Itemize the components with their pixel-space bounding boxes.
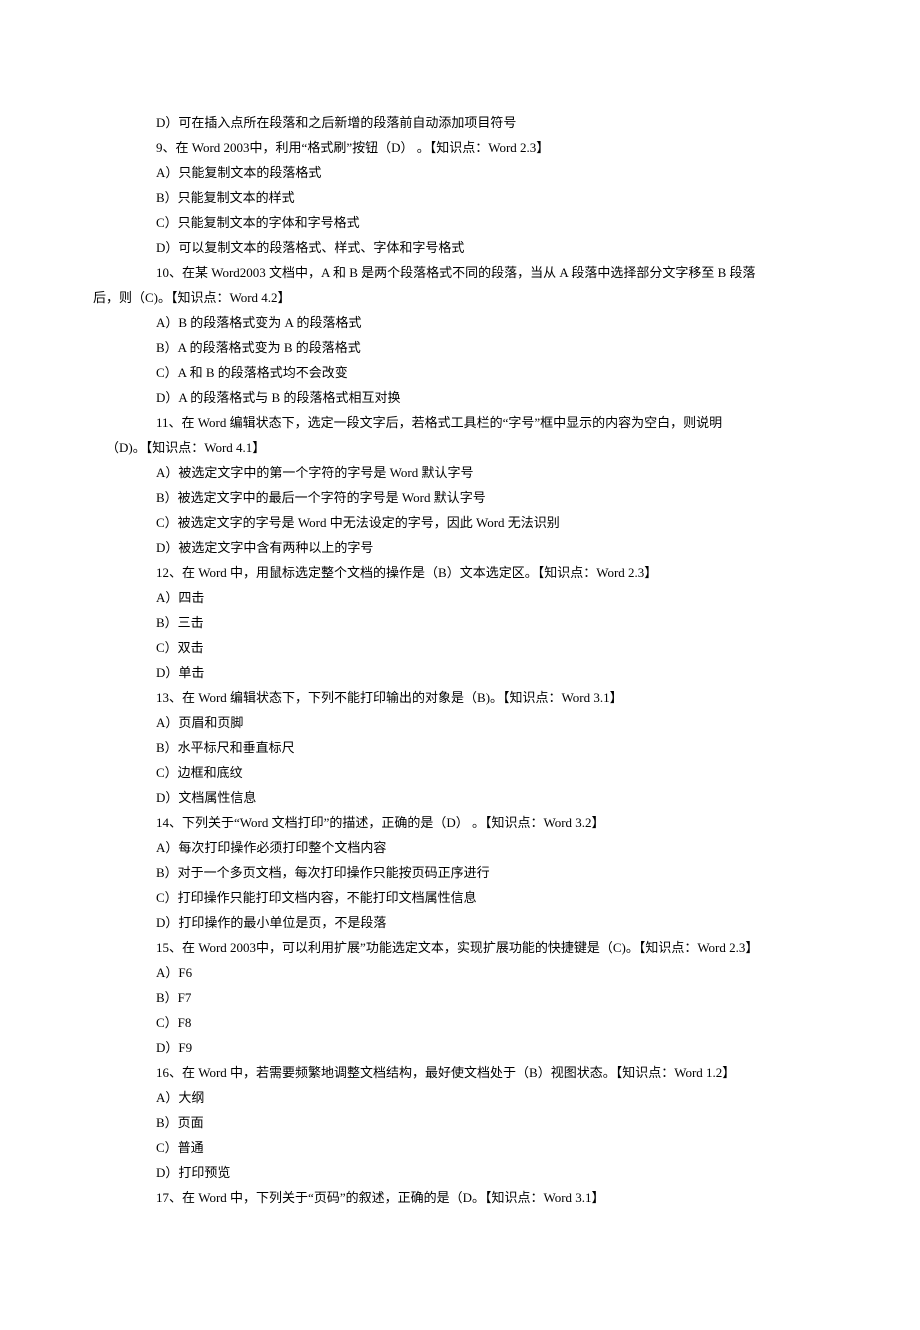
text-line: 11、在 Word 编辑状态下，选定一段文字后，若格式工具栏的“字号”框中显示的… (93, 410, 827, 435)
text-line: D）文档属性信息 (93, 785, 827, 810)
text-line: A）每次打印操作必须打印整个文档内容 (93, 835, 827, 860)
text-line: （D)。【知识点：Word 4.1】 (93, 435, 827, 460)
text-line: A）F6 (93, 960, 827, 985)
text-line: C）只能复制文本的字体和字号格式 (93, 210, 827, 235)
content-area: D）可在插入点所在段落和之后新增的段落前自动添加项目符号9、在 Word 200… (93, 110, 827, 1210)
text-line: A）页眉和页脚 (93, 710, 827, 735)
text-line: B）三击 (93, 610, 827, 635)
text-line: 12、在 Word 中，用鼠标选定整个文档的操作是（B）文本选定区。【知识点：W… (93, 560, 827, 585)
text-line: 后，则（C)。【知识点：Word 4.2】 (93, 285, 827, 310)
text-line: B）F7 (93, 985, 827, 1010)
text-line: B）只能复制文本的样式 (93, 185, 827, 210)
text-line: C）边框和底纹 (93, 760, 827, 785)
text-line: A）大纲 (93, 1085, 827, 1110)
text-line: 17、在 Word 中，下列关于“页码”的叙述，正确的是（D。【知识点：Word… (93, 1185, 827, 1210)
document-page: { "lines": [ { "cls": "indent-opt", "t":… (0, 0, 920, 1330)
text-line: D）打印操作的最小单位是页，不是段落 (93, 910, 827, 935)
text-line: A）四击 (93, 585, 827, 610)
text-line: D）被选定文字中含有两种以上的字号 (93, 535, 827, 560)
text-line: C）F8 (93, 1010, 827, 1035)
text-line: 10、在某 Word2003 文档中，A 和 B 是两个段落格式不同的段落，当从… (93, 260, 827, 285)
text-line: D）可在插入点所在段落和之后新增的段落前自动添加项目符号 (93, 110, 827, 135)
text-line: A）只能复制文本的段落格式 (93, 160, 827, 185)
text-line: D）单击 (93, 660, 827, 685)
text-line: D）A 的段落格式与 B 的段落格式相互对换 (93, 385, 827, 410)
text-line: 13、在 Word 编辑状态下，下列不能打印输出的对象是（B)。【知识点：Wor… (93, 685, 827, 710)
text-line: B）页面 (93, 1110, 827, 1135)
text-line: D）可以复制文本的段落格式、样式、字体和字号格式 (93, 235, 827, 260)
text-line: C）普通 (93, 1135, 827, 1160)
text-line: B）被选定文字中的最后一个字符的字号是 Word 默认字号 (93, 485, 827, 510)
text-line: 16、在 Word 中，若需要频繁地调整文档结构，最好使文档处于（B）视图状态。… (93, 1060, 827, 1085)
text-line: C）打印操作只能打印文档内容，不能打印文档属性信息 (93, 885, 827, 910)
text-line: C）双击 (93, 635, 827, 660)
text-line: B）水平标尺和垂直标尺 (93, 735, 827, 760)
text-line: B）A 的段落格式变为 B 的段落格式 (93, 335, 827, 360)
text-line: 14、下列关于“Word 文档打印”的描述，正确的是（D） 。【知识点：Word… (93, 810, 827, 835)
text-line: A）被选定文字中的第一个字符的字号是 Word 默认字号 (93, 460, 827, 485)
text-line: 15、在 Word 2003中，可以利用扩展”功能选定文本，实现扩展功能的快捷键… (93, 935, 827, 960)
text-line: B）对于一个多页文档，每次打印操作只能按页码正序进行 (93, 860, 827, 885)
text-line: 9、在 Word 2003中，利用“格式刷”按钮（D） 。【知识点：Word 2… (93, 135, 827, 160)
text-line: D）F9 (93, 1035, 827, 1060)
text-line: A）B 的段落格式变为 A 的段落格式 (93, 310, 827, 335)
text-line: D）打印预览 (93, 1160, 827, 1185)
text-line: C）A 和 B 的段落格式均不会改变 (93, 360, 827, 385)
text-line: C）被选定文字的字号是 Word 中无法设定的字号，因此 Word 无法识别 (93, 510, 827, 535)
